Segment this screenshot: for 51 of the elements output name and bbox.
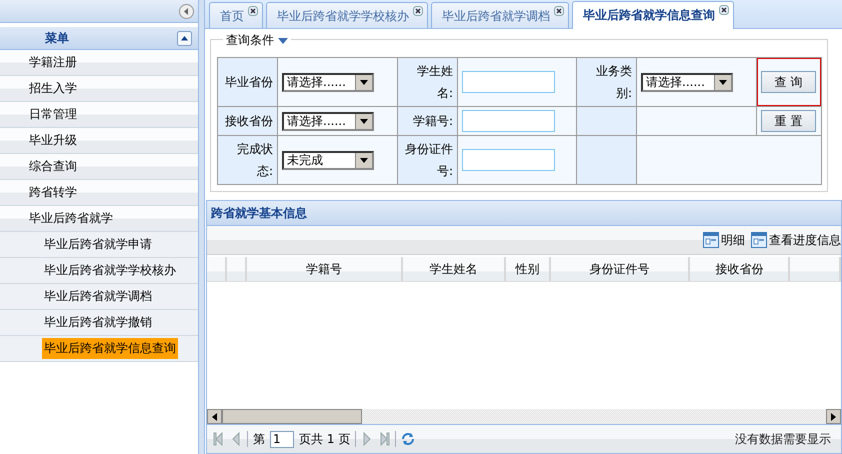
field-label: 业务类别: <box>596 64 632 100</box>
dropdown-arrow-icon[interactable] <box>360 118 368 124</box>
page-total: 页共 1 页 <box>299 430 350 448</box>
page-input[interactable]: 1 <box>270 430 294 448</box>
section-legend: 查询条件 <box>226 32 274 49</box>
tab[interactable]: 毕业后跨省就学调档 <box>431 2 569 28</box>
field-label: 学生姓名: <box>417 64 453 100</box>
page-prefix: 第 <box>253 430 265 448</box>
field-label: 接收省份 <box>225 114 273 128</box>
close-icon[interactable] <box>248 6 258 16</box>
refresh-icon[interactable] <box>401 432 416 446</box>
tab[interactable]: 首页 <box>209 2 263 28</box>
dropdown[interactable]: 请选择...... <box>282 112 374 130</box>
scrollbar-thumb[interactable] <box>222 409 362 424</box>
close-icon[interactable] <box>413 6 423 16</box>
window-icon <box>703 232 719 248</box>
field-label: 学籍号: <box>412 114 453 128</box>
dropdown-arrow-icon[interactable] <box>360 158 368 162</box>
menu-item[interactable]: 毕业后跨省就学信息查询 <box>42 338 178 359</box>
field-label: 身份证件号: <box>405 142 453 178</box>
panel-title: 跨省就学基本信息 <box>211 204 307 222</box>
column-header[interactable]: 学生姓名 <box>430 260 478 278</box>
reset-button[interactable]: 重 置 <box>761 110 816 132</box>
collapse-left-icon[interactable] <box>179 4 194 18</box>
column-header[interactable]: 身份证件号 <box>590 260 650 278</box>
status-text: 没有数据需要显示 <box>735 430 831 448</box>
close-icon[interactable] <box>719 5 729 15</box>
dropdown[interactable]: 请选择...... <box>641 72 733 92</box>
column-header[interactable]: 学籍号 <box>306 260 342 278</box>
field-label: 毕业省份 <box>225 75 273 89</box>
dropdown[interactable]: 未完成 <box>282 150 374 170</box>
tab[interactable]: 毕业后跨省就学学校核办 <box>266 2 428 28</box>
input-field[interactable] <box>462 110 555 132</box>
dropdown[interactable]: 请选择...... <box>282 72 374 92</box>
dropdown-arrow-icon[interactable] <box>360 80 368 84</box>
input-field[interactable] <box>462 149 555 171</box>
input-field[interactable] <box>462 71 555 93</box>
column-header[interactable]: 性别 <box>515 260 540 278</box>
search-button[interactable]: 查 询 <box>761 71 816 93</box>
scroll-left-icon[interactable] <box>207 409 222 424</box>
tab[interactable]: 毕业后跨省就学信息查询 <box>572 1 734 29</box>
field-label: 完成状态: <box>237 142 273 178</box>
column-header[interactable]: 接收省份 <box>715 260 764 278</box>
toolbar-button[interactable]: 明细 <box>703 232 745 248</box>
menu-title: 菜单 <box>45 30 69 46</box>
toolbar-button[interactable]: 查看进度信息 <box>751 232 841 248</box>
dropdown-arrow-icon[interactable] <box>719 80 727 84</box>
scroll-right-icon[interactable] <box>826 409 841 424</box>
close-icon[interactable] <box>554 6 564 16</box>
collapse-up-icon[interactable] <box>177 30 192 46</box>
window-icon <box>751 232 767 248</box>
